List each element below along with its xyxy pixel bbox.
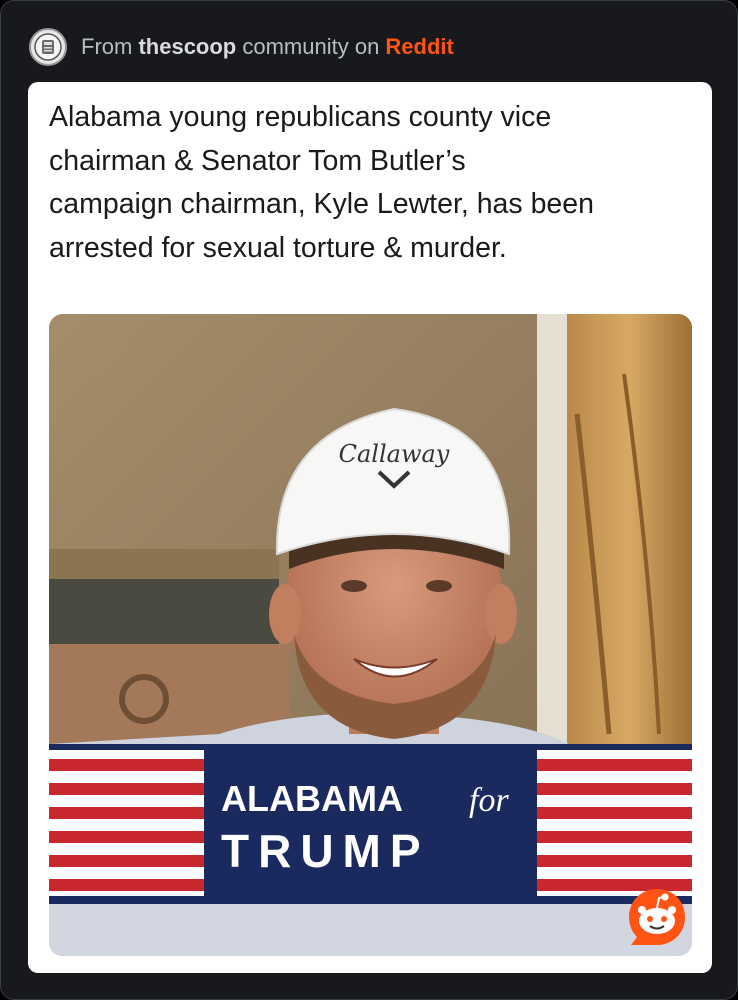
post-text-line: Alabama young republicans county vice (49, 101, 552, 133)
banner-line-1: ALABAMA (221, 778, 403, 819)
banner-for: for (469, 782, 509, 819)
community-link[interactable]: thescoop (138, 34, 236, 59)
post-frame: From thescoop community on Reddit Alabam… (0, 0, 738, 1000)
source-line: From thescoop community on Reddit (81, 34, 454, 60)
post-image[interactable]: Callaway ALABAMA for TRUMP (49, 314, 692, 956)
photo-illustration: Callaway ALABAMA for TRUMP (49, 314, 692, 956)
cap-logo: Callaway (339, 440, 450, 468)
banner-line-2: TRUMP (221, 825, 430, 877)
source-prefix: From (81, 34, 139, 59)
source-middle: community on (236, 34, 386, 59)
post-text-line: campaign chairman, Kyle Lewter, has been (49, 188, 594, 220)
post-text-line: chairman & Senator Tom Butler’s (49, 144, 466, 177)
post-text: Alabama young republicans county vice ch… (49, 96, 699, 270)
post-text-line: arrested for sexual torture & murder. (49, 231, 507, 264)
post-card: Alabama young republicans county vice ch… (28, 82, 712, 973)
post-header: From thescoop community on Reddit (29, 27, 454, 67)
reddit-snoo-icon (625, 885, 689, 949)
platform-link[interactable]: Reddit (385, 34, 453, 59)
community-avatar-icon[interactable] (29, 28, 67, 66)
